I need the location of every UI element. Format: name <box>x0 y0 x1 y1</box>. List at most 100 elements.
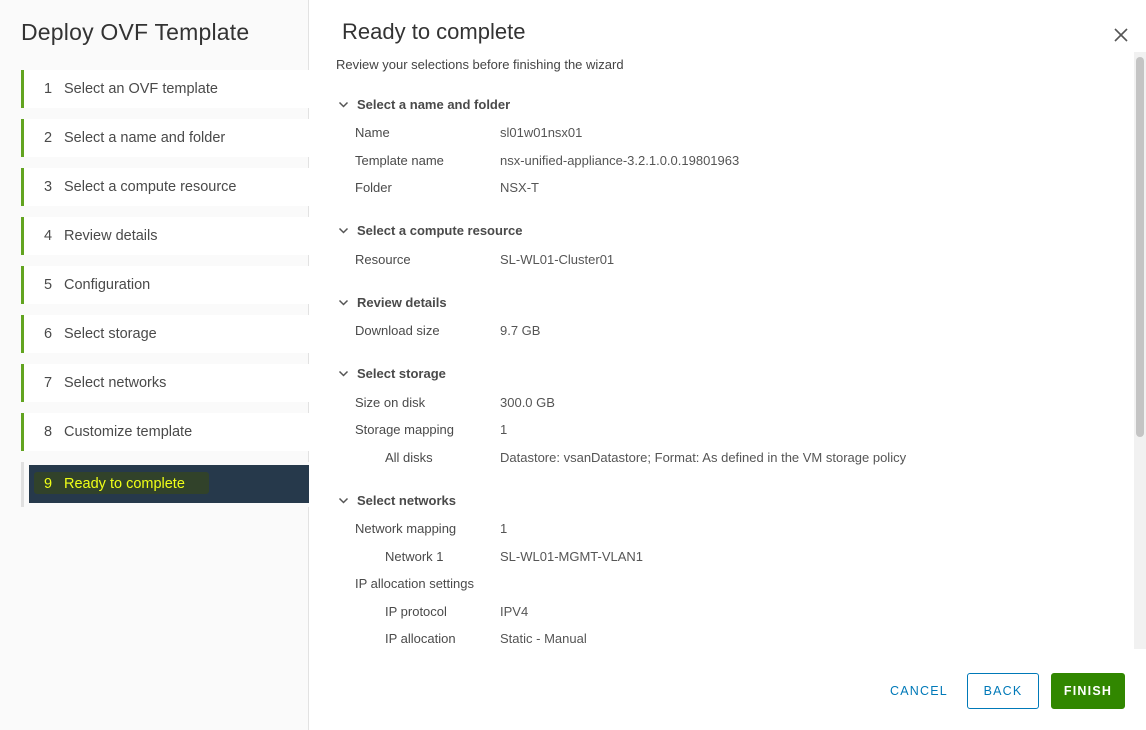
row-value: IPV4 <box>500 603 529 619</box>
section-toggle-name-folder[interactable]: Select a name and folder <box>336 95 1131 113</box>
step-label: Customize template <box>64 424 193 440</box>
row-value: Static - Manual <box>500 631 587 647</box>
chevron-down-icon <box>338 101 349 108</box>
step-ready-to-complete[interactable]: 9 Ready to complete <box>21 462 309 507</box>
section-rows: Network mapping 1 Network 1 SL-WL01-MGMT-V… <box>336 515 1131 648</box>
row-key: Storage mapping <box>355 422 455 438</box>
row-key: All disks <box>385 449 433 465</box>
summary-row: Resource SL-WL01-Cluster01 <box>336 246 1131 274</box>
section-rows: Size on disk 300.0 GB Storage mapping 1 Al… <box>336 389 1131 472</box>
row-value: NSX-T <box>500 180 539 196</box>
section-title: Select a compute resource <box>357 223 523 238</box>
step-label: Select networks <box>64 375 167 391</box>
summary-row: IP allocation settings <box>336 570 1131 598</box>
summary-row: IP protocol IPV4 <box>336 598 1131 626</box>
step-select-compute-resource[interactable]: 3 Select a compute resource <box>21 168 309 206</box>
chevron-down-icon <box>338 299 349 306</box>
row-key: Size on disk <box>355 394 426 410</box>
back-button[interactable]: BACK <box>967 673 1039 709</box>
row-key: Folder <box>355 180 392 196</box>
step-select-ovf-template[interactable]: 1 Select an OVF template <box>21 70 309 108</box>
active-step-highlight: 9 Ready to complete <box>29 465 309 503</box>
section-title: Review details <box>357 294 447 310</box>
step-label: Select storage <box>64 326 157 342</box>
wizard-footer: CANCEL BACK FINISH <box>309 673 1146 709</box>
step-select-networks[interactable]: 7 Select networks <box>21 364 309 402</box>
step-number: 3 <box>44 179 53 195</box>
section-rows: Download size 9.7 GB <box>336 317 1131 345</box>
step-number: 1 <box>44 81 53 97</box>
row-key: Network 1 <box>385 548 444 564</box>
section-title: Select storage <box>357 366 446 381</box>
summary-row: Storage mapping 1 <box>336 416 1131 444</box>
row-key: IP allocation <box>385 631 456 647</box>
step-label: Configuration <box>64 277 151 293</box>
row-value: SL-WL01-MGMT-VLAN1 <box>500 548 644 564</box>
row-key: IP protocol <box>385 603 447 619</box>
wizard-main-panel: Ready to complete Review your selections… <box>309 0 1146 730</box>
close-button[interactable] <box>1110 24 1132 46</box>
step-configuration[interactable]: 5 Configuration <box>21 266 309 304</box>
step-select-storage[interactable]: 6 Select storage <box>21 315 309 353</box>
row-key: Network mapping <box>355 521 457 537</box>
section-toggle-storage[interactable]: Select storage <box>336 365 1131 383</box>
step-number: 8 <box>44 424 53 440</box>
step-number: 6 <box>44 326 53 342</box>
page-title: Ready to complete <box>342 19 526 44</box>
step-label: Select a compute resource <box>64 179 237 195</box>
step-label: Select an OVF template <box>64 81 218 97</box>
row-value: nsx-unified-appliance-3.2.1.0.0.19801963 <box>500 152 740 168</box>
row-value: 1 <box>500 521 508 537</box>
section-toggle-review-details[interactable]: Review details <box>336 293 1131 311</box>
wizard-sidebar: Deploy OVF Template 1 Select an OVF temp… <box>0 0 309 730</box>
cancel-button[interactable]: CANCEL <box>881 673 957 709</box>
row-value: Datastore: vsanDatastore; Format: As def… <box>500 449 907 465</box>
row-key: IP allocation settings <box>355 576 474 592</box>
step-number: 2 <box>44 130 53 146</box>
step-number: 9 <box>44 476 53 492</box>
row-key: Template name <box>355 152 444 168</box>
step-review-details[interactable]: 4 Review details <box>21 217 309 255</box>
scrollbar-thumb[interactable] <box>1136 57 1144 437</box>
content-scrollbar[interactable] <box>1134 52 1146 649</box>
section-rows: Name sl01w01nsx01 Template name nsx-unifie… <box>336 119 1131 202</box>
summary-row: Name sl01w01nsx01 <box>336 119 1131 147</box>
wizard-title: Deploy OVF Template <box>21 19 250 45</box>
row-key: Download size <box>355 323 440 339</box>
step-customize-template[interactable]: 8 Customize template <box>21 413 309 451</box>
step-label: Ready to complete <box>64 476 185 492</box>
page-subtitle: Review your selections before finishing … <box>336 57 624 72</box>
review-summary: Select a name and folder Name sl01w01nsx0… <box>336 86 1131 648</box>
chevron-down-icon <box>338 370 349 377</box>
summary-row: Download size 9.7 GB <box>336 317 1131 345</box>
chevron-down-icon <box>338 227 349 234</box>
row-value: 300.0 GB <box>500 394 555 410</box>
summary-row: IP allocation Static - Manual <box>336 625 1131 648</box>
step-number: 5 <box>44 277 53 293</box>
summary-row: Size on disk 300.0 GB <box>336 389 1131 417</box>
section-toggle-networks[interactable]: Select networks <box>336 491 1131 509</box>
summary-row: All disks Datastore: vsanDatastore; Forma… <box>336 444 1131 472</box>
step-label: Select a name and folder <box>64 130 226 146</box>
finish-button[interactable]: FINISH <box>1051 673 1125 709</box>
step-label: Review details <box>64 228 158 244</box>
step-select-name-folder[interactable]: 2 Select a name and folder <box>21 119 309 157</box>
summary-row: Network 1 SL-WL01-MGMT-VLAN1 <box>336 543 1131 571</box>
wizard-steps: 1 Select an OVF template 2 Select a name… <box>21 70 309 507</box>
row-value: 1 <box>500 422 508 438</box>
step-number: 4 <box>44 228 53 244</box>
row-key: Resource <box>355 251 411 267</box>
section-rows: Resource SL-WL01-Cluster01 <box>336 246 1131 274</box>
section-title: Select a name and folder <box>357 96 511 112</box>
summary-row: Folder NSX-T <box>336 174 1131 202</box>
section-title: Select networks <box>357 492 456 508</box>
row-value: SL-WL01-Cluster01 <box>500 251 615 267</box>
close-icon <box>1114 28 1128 42</box>
step-number: 7 <box>44 375 53 391</box>
row-value: sl01w01nsx01 <box>500 125 583 141</box>
row-key: Name <box>355 125 390 141</box>
chevron-down-icon <box>338 497 349 504</box>
section-toggle-compute-resource[interactable]: Select a compute resource <box>336 222 1131 240</box>
summary-row: Network mapping 1 <box>336 515 1131 543</box>
row-value: 9.7 GB <box>500 323 541 339</box>
